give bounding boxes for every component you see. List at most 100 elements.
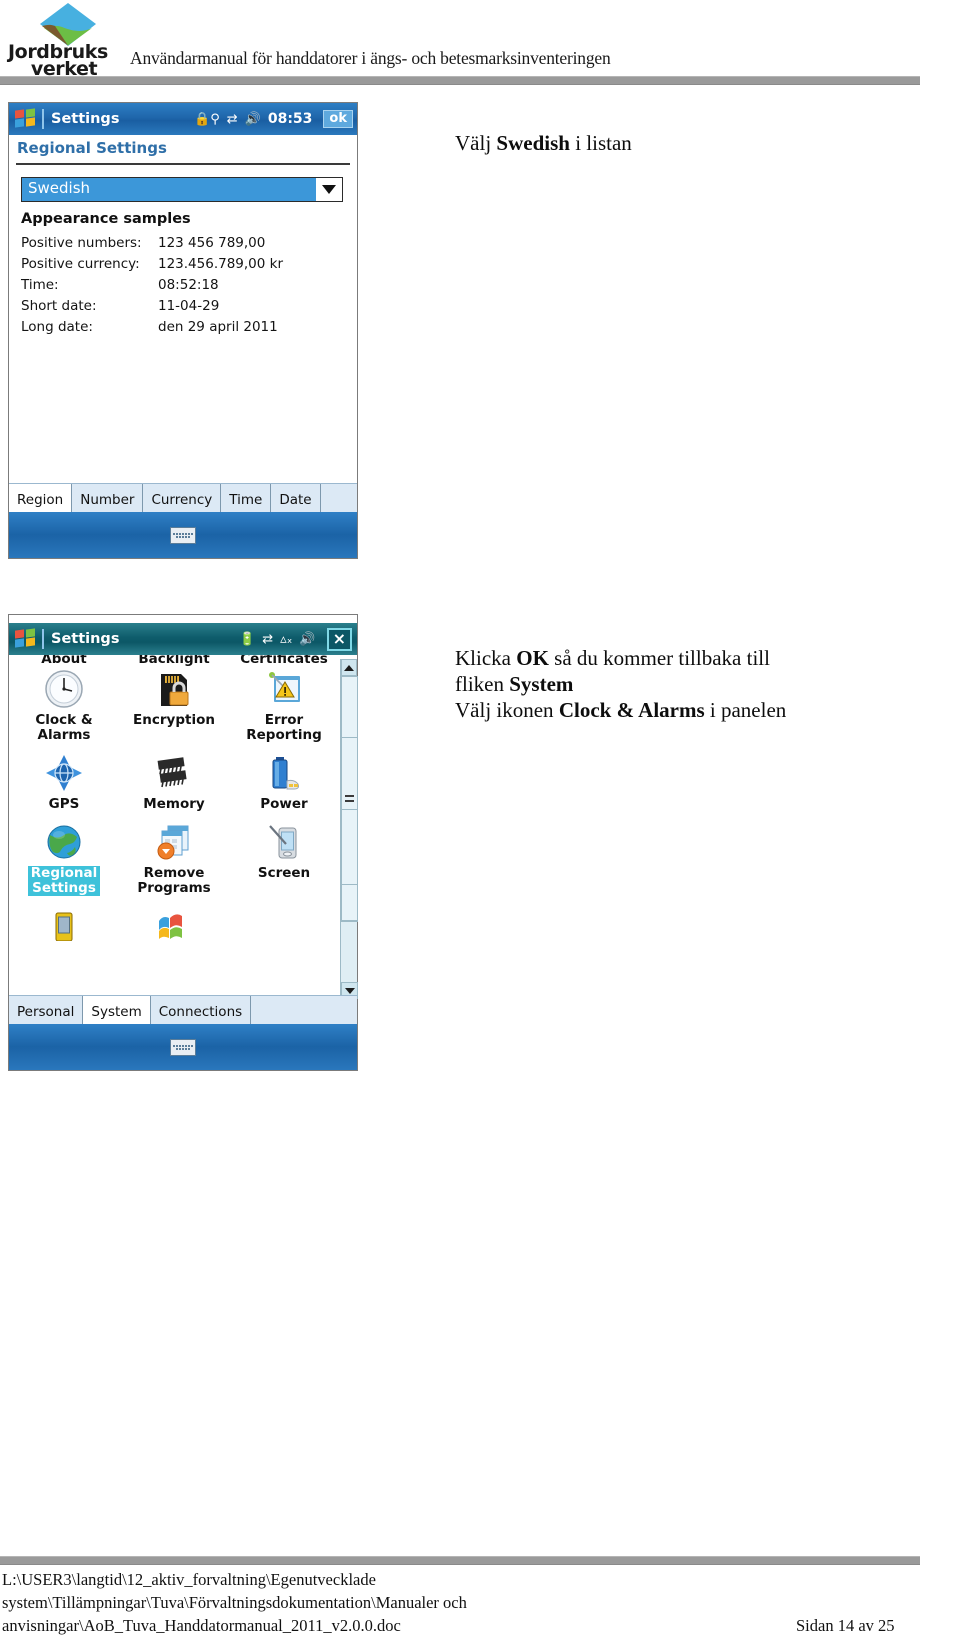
appearance-samples-list: Positive numbers: 123 456 789,00 Positive … <box>21 233 351 338</box>
sample-label: Short date: <box>21 298 97 314</box>
settings-icon-encryption-card-lock[interactable]: Encryption <box>119 665 229 743</box>
footer-divider <box>0 1556 920 1565</box>
close-icon[interactable]: × <box>326 627 352 651</box>
settings-scrollbar[interactable] <box>340 659 358 999</box>
volume-icon[interactable]: 🔊 <box>245 113 261 126</box>
settings-titlebar-icons: 🔋 ⇄ ▵ₓ 🔊 <box>239 633 316 646</box>
footer-path-line2: system\Tillämpningar\Tuva\Förvaltningsdo… <box>2 1593 467 1612</box>
annot2-l1-bold: OK <box>516 646 549 670</box>
windows-flag-icon[interactable] <box>15 108 37 129</box>
tab-system[interactable]: System <box>83 996 151 1024</box>
tab-date[interactable]: Date <box>271 484 321 512</box>
sample-value: 11-04-29 <box>158 298 220 314</box>
signal-off-icon[interactable]: ▵ₓ <box>280 633 292 646</box>
language-select-value: Swedish <box>22 178 316 201</box>
regional-titlebar: Settings 🔒⚲ ⇄ 🔊 08:53 ok <box>9 103 357 135</box>
settings-titlebar: Settings 🔋 ⇄ ▵ₓ 🔊 × <box>9 623 357 655</box>
settings-icon-label: GPS <box>48 796 80 812</box>
sample-value: 123 456 789,00 <box>158 235 266 251</box>
memory-chip-icon <box>152 749 196 797</box>
annot2-l2-pre: fliken <box>455 672 510 696</box>
titlebar-separator <box>42 109 44 129</box>
sample-row: Positive numbers: 123 456 789,00 <box>21 233 351 254</box>
keyboard-icon[interactable] <box>170 526 196 544</box>
annot2-l3-post: i panelen <box>704 698 787 722</box>
keyboard-icon[interactable] <box>170 1038 196 1056</box>
windows-flag-icon <box>157 902 191 950</box>
sample-value: 08:52:18 <box>158 277 219 293</box>
header-divider <box>0 76 920 85</box>
annot2-l2-bold: System <box>509 672 574 696</box>
document-header: Jordbruks verket Användarmanual för hand… <box>0 0 960 92</box>
settings-icon-label: Memory <box>143 796 205 812</box>
status-clock[interactable]: 08:53 <box>268 111 313 127</box>
settings-icon-gps[interactable]: GPS <box>9 749 119 812</box>
tab-connections[interactable]: Connections <box>150 996 252 1024</box>
regional-title-divider <box>16 163 350 165</box>
logo-wordmark: Jordbruks verket <box>8 43 120 78</box>
settings-icon-grid-area: Clock & Alarms Encryption Error Reporting GPS… <box>9 659 339 999</box>
settings-icon-battery-power[interactable]: Power <box>229 749 339 812</box>
settings-icon-remove-programs[interactable]: Remove Programs <box>119 818 229 896</box>
lock-key-icon[interactable]: 🔒⚲ <box>194 113 220 126</box>
tab-personal[interactable]: Personal <box>9 996 84 1024</box>
footer-path: L:\USER3\langtid\12_aktiv_forvaltning\Eg… <box>2 1568 642 1637</box>
annotation-click-ok: Klicka OK så du kommer tillbaka till fli… <box>455 645 786 723</box>
device-icon <box>49 902 79 950</box>
ok-button[interactable]: ok <box>323 110 353 128</box>
sample-row: Short date: 11-04-29 <box>21 296 351 317</box>
regional-sip-bar <box>9 512 357 558</box>
sample-row: Positive currency: 123.456.789,00 kr <box>21 254 351 275</box>
annot1-bold: Swedish <box>496 131 570 155</box>
appearance-samples-heading: Appearance samples <box>21 211 191 227</box>
settings-icon-globe[interactable]: Regional Settings <box>9 818 119 896</box>
connectivity-icon[interactable]: ⇄ <box>227 113 238 126</box>
settings-icon-label: Clock & Alarms <box>35 712 93 743</box>
battery-power-icon <box>263 749 305 797</box>
settings-icon-memory-chip[interactable]: Memory <box>119 749 229 812</box>
settings-icon-label: Regional Settings <box>27 866 101 896</box>
error-reporting-icon <box>263 665 305 713</box>
screenshot-settings-system: About Backlight Certificates Settings 🔋 ⇄ … <box>8 614 358 1071</box>
annot2-l1-pre: Klicka <box>455 646 517 670</box>
chevron-down-icon[interactable] <box>316 178 342 201</box>
tab-time[interactable]: Time <box>221 484 272 512</box>
sample-label: Positive currency: <box>21 256 140 272</box>
header-title: Användarmanual för handdatorer i ängs- o… <box>130 48 611 68</box>
sample-label: Positive numbers: <box>21 235 142 251</box>
annot1-post: i listan <box>569 131 632 155</box>
settings-icon-partial-0[interactable] <box>9 902 119 950</box>
footer-path-line3: anvisningar\AoB_Tuva_Handdatormanual_201… <box>2 1616 401 1635</box>
annot2-line3: Välj ikonen Clock & Alarms i panelen <box>455 697 786 723</box>
annot2-l1-post: så du kommer tillbaka till <box>548 646 770 670</box>
clock-icon <box>44 665 84 713</box>
globe-icon <box>43 818 85 866</box>
tab-number[interactable]: Number <box>72 484 144 512</box>
volume-icon[interactable]: 🔊 <box>299 633 315 646</box>
settings-icon-screen-stylus[interactable]: Screen <box>229 818 339 896</box>
settings-icon-error-reporting[interactable]: Error Reporting <box>229 665 339 743</box>
windows-flag-icon[interactable] <box>15 628 37 649</box>
settings-icon-label: Encryption <box>133 712 215 728</box>
scroll-up-arrow-icon[interactable] <box>341 659 357 676</box>
tab-currency[interactable]: Currency <box>143 484 222 512</box>
regional-titlebar-icons: 🔒⚲ ⇄ 🔊 08:53 <box>194 111 312 127</box>
tabbar-filler <box>251 996 357 1024</box>
sample-row: Long date: den 29 april 2011 <box>21 317 351 338</box>
tab-region[interactable]: Region <box>9 484 73 512</box>
sample-label: Long date: <box>21 319 93 335</box>
settings-icon-clock[interactable]: Clock & Alarms <box>9 665 119 743</box>
settings-icon-label: Power <box>260 796 308 812</box>
sample-label: Time: <box>21 277 59 293</box>
annot1-pre: Välj <box>455 131 497 155</box>
remove-programs-icon <box>152 818 196 866</box>
connectivity-icon[interactable]: ⇄ <box>262 633 273 646</box>
gps-icon <box>43 749 85 797</box>
settings-icon-partial-1[interactable] <box>119 902 229 950</box>
jordbruksverket-logo: Jordbruks verket <box>8 2 120 78</box>
tabbar-filler <box>320 484 357 512</box>
language-select[interactable]: Swedish <box>21 177 343 202</box>
annot2-l3-bold: Clock & Alarms <box>558 698 705 722</box>
settings-tabbar: Personal System Connections <box>9 995 357 1024</box>
battery-icon[interactable]: 🔋 <box>239 633 255 646</box>
